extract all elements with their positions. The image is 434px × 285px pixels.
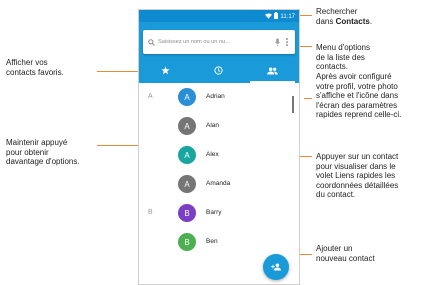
callout-search-mid: dans [316, 16, 336, 26]
status-time: 11:17 [280, 13, 295, 20]
microphone-icon[interactable] [275, 37, 280, 47]
callout-search-line1: Rechercher [316, 7, 358, 16]
avatar: A [178, 175, 196, 193]
contact-name: Adrian [206, 93, 225, 100]
tab-favorites[interactable] [139, 58, 192, 83]
avatar: A [178, 146, 196, 164]
avatar: B [178, 204, 196, 222]
people-icon [266, 66, 278, 75]
callout-tap-line5: du contact. [316, 190, 356, 199]
callout-profile-line3: s'affiche et l'icône dans [316, 91, 399, 100]
contact-name: Amanda [206, 180, 231, 187]
callout-tap: Appuyer sur un contact pour visualiser d… [316, 152, 398, 200]
status-icons: 11:17 [265, 12, 295, 21]
search-input[interactable]: Saisissez un nom ou un nu... [158, 39, 275, 45]
star-icon [161, 66, 170, 75]
callout-tap-line3: volet Liens rapides les [316, 171, 396, 180]
callout-profile-line2: votre profil, votre photo [316, 81, 398, 91]
callout-favorites: Afficher vos contacts favoris. [6, 58, 64, 77]
overflow-menu-icon[interactable] [286, 38, 288, 46]
callout-search-bold: Contacts [335, 16, 370, 26]
clock-icon [214, 66, 224, 75]
callout-add: Ajouter un nouveau contact [316, 244, 375, 263]
phone-screen: 11:17 Saisissez un nom ou un nu... A A A… [138, 9, 300, 285]
tab-contacts[interactable] [246, 58, 299, 83]
contact-name: Alan [206, 122, 220, 129]
callout-add-line1: Ajouter un [316, 244, 353, 253]
callout-profile-line1: Après avoir configuré [316, 72, 392, 81]
callout-tap-line1: Appuyer sur un contact [316, 152, 399, 161]
contact-row[interactable]: A Amanda [139, 171, 299, 197]
scrollbar[interactable] [292, 96, 294, 113]
callout-menu: Menu d'options de la liste des contacts. [316, 43, 370, 72]
add-contact-button[interactable] [263, 254, 289, 280]
app-bar: Saisissez un nom ou un nu... [139, 22, 299, 83]
callout-line-profile [304, 98, 312, 99]
avatar: A [178, 117, 196, 135]
section-letter: A [148, 93, 153, 100]
callout-hold-line3: davantage d'options. [6, 157, 80, 166]
callout-hold-line2: pour obtenir [6, 147, 49, 157]
callout-search-post: . [369, 16, 373, 26]
add-person-icon [270, 263, 282, 271]
callout-menu-line3: contacts. [316, 62, 349, 71]
contact-row[interactable]: B B Barry [139, 200, 299, 226]
callout-hold-line1: Maintenir appuyé [6, 138, 68, 147]
contact-name: Ben [206, 238, 218, 245]
tab-bar [139, 58, 299, 83]
callout-profile-line4: l'écran des paramètres [316, 100, 398, 110]
avatar: B [178, 233, 196, 251]
battery-icon [274, 12, 279, 21]
section-letter: B [148, 209, 153, 216]
callout-favorites-line1: Afficher vos [6, 58, 48, 67]
callout-menu-line1: Menu d'options [316, 43, 371, 52]
callout-profile: Après avoir configuré votre profil, votr… [316, 72, 401, 120]
contact-row[interactable]: A Alan [139, 113, 299, 139]
tab-recent[interactable] [192, 58, 245, 83]
callout-add-line2: nouveau contact [316, 253, 375, 263]
callout-hold: Maintenir appuyé pour obtenir davantage … [6, 138, 80, 167]
search-bar[interactable]: Saisissez un nom ou un nu... [143, 30, 295, 54]
contact-name: Barry [206, 209, 222, 216]
callout-tap-line4: coordonnées détaillées [316, 180, 399, 190]
search-icon [148, 38, 155, 46]
contact-row[interactable]: A A Adrian [139, 84, 299, 110]
wifi-icon [265, 13, 273, 21]
callout-menu-line2: de la liste des [316, 52, 365, 62]
callout-line-hold [97, 145, 141, 146]
status-bar: 11:17 [139, 10, 299, 22]
contact-row[interactable]: B Ben [139, 229, 299, 255]
avatar: A [178, 88, 196, 106]
callout-tap-line2: pour visualiser dans le [316, 161, 396, 171]
callout-search: Rechercher dans Contacts. [316, 7, 372, 26]
callout-profile-line5: rapides reprend celle-ci. [316, 110, 402, 119]
callout-favorites-line2: contacts favoris. [6, 67, 64, 77]
contact-name: Alex [206, 151, 219, 158]
contact-row[interactable]: A Alex [139, 142, 299, 168]
callout-search-line2: dans Contacts. [316, 17, 372, 27]
